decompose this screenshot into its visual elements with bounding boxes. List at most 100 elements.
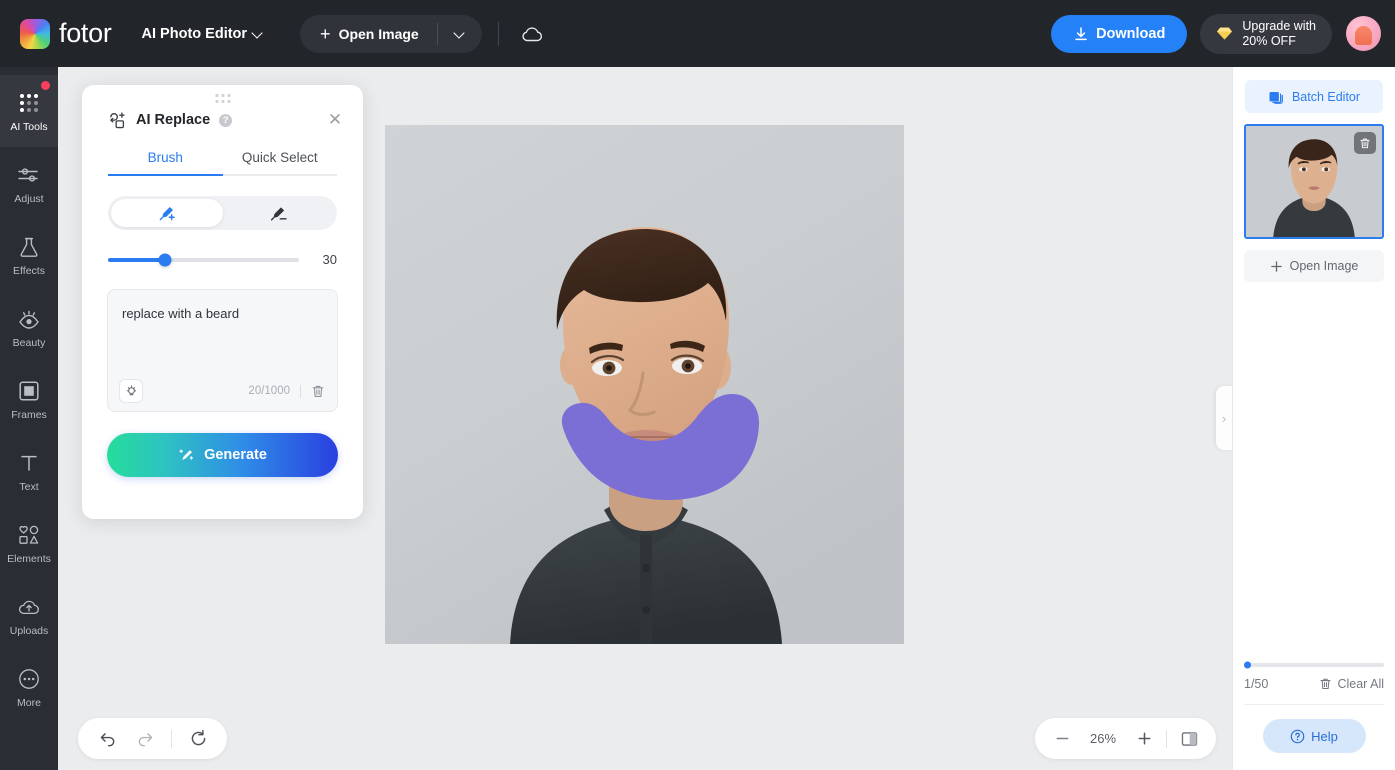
ai-replace-icon xyxy=(110,111,125,128)
diamond-icon xyxy=(1217,27,1233,40)
clear-prompt-button[interactable] xyxy=(311,384,325,399)
zoom-in-button[interactable] xyxy=(1129,724,1159,754)
chevron-down-icon xyxy=(455,29,464,38)
download-label: Download xyxy=(1096,25,1166,42)
reset-rotate-icon xyxy=(191,729,205,746)
panel-header: AI Replace ? ✕ xyxy=(82,85,363,130)
plus-icon: + xyxy=(320,23,331,44)
sidebar-item-frames[interactable]: Frames xyxy=(0,363,58,435)
zoom-toolbar: 26% xyxy=(1035,718,1216,759)
cloud-icon xyxy=(522,26,542,41)
sidebar-item-ai-tools[interactable]: AI Tools xyxy=(0,75,58,147)
divider xyxy=(497,21,499,46)
help-button[interactable]: Help xyxy=(1262,719,1366,753)
sidebar-item-elements[interactable]: Elements xyxy=(0,507,58,579)
prompt-footer: 20/1000 xyxy=(108,371,337,411)
sidebar-item-text[interactable]: Text xyxy=(0,435,58,507)
question-mark-icon[interactable]: ? xyxy=(219,113,233,127)
clear-all-label: Clear All xyxy=(1337,677,1384,691)
download-button[interactable]: Download xyxy=(1051,14,1188,53)
text-t-icon xyxy=(18,450,40,476)
sidebar-item-label: AI Tools xyxy=(10,120,48,133)
brush-size-value: 30 xyxy=(322,252,337,267)
frame-icon xyxy=(18,378,40,404)
sidebar-item-more[interactable]: More xyxy=(0,651,58,723)
batch-editor-button[interactable]: Batch Editor xyxy=(1245,80,1383,113)
sidebar-item-beauty[interactable]: Beauty xyxy=(0,291,58,363)
chevron-down-icon xyxy=(253,29,262,38)
brush-size-slider[interactable] xyxy=(108,253,299,266)
chevron-right-icon: › xyxy=(1221,410,1227,426)
right-panel-collapse-toggle[interactable]: › xyxy=(1216,386,1232,450)
sidebar-item-label: Text xyxy=(19,480,39,493)
active-tab-indicator xyxy=(108,174,223,176)
generate-label: Generate xyxy=(204,447,267,463)
sidebar-item-uploads[interactable]: Uploads xyxy=(0,579,58,651)
brush-erase-button[interactable] xyxy=(223,199,335,227)
compare-button[interactable] xyxy=(1174,724,1204,754)
sidebar-item-label: Effects xyxy=(13,264,45,277)
divider xyxy=(171,729,172,748)
slider-handle[interactable] xyxy=(158,253,172,266)
editor-mode-menu[interactable]: AI Photo Editor xyxy=(142,26,263,42)
plus-icon xyxy=(1270,260,1282,272)
slider-handle[interactable] xyxy=(1244,661,1251,669)
reset-button[interactable] xyxy=(183,724,213,754)
tab-label: Quick Select xyxy=(241,150,318,165)
shapes-icon xyxy=(17,522,41,548)
zoom-out-button[interactable] xyxy=(1047,724,1077,754)
flask-icon xyxy=(18,234,40,260)
thumbnail-item[interactable] xyxy=(1244,124,1384,239)
magic-idea-icon[interactable] xyxy=(119,379,143,403)
open-image-button[interactable]: + Open Image xyxy=(300,15,437,53)
char-counter: 20/1000 xyxy=(248,385,290,397)
ai-replace-panel: AI Replace ? ✕ Brush Quick Select 30 rep… xyxy=(82,85,363,519)
right-batch-panel: Batch Editor Open Image 1/50 Clear All H… xyxy=(1232,67,1395,770)
history-toolbar xyxy=(78,718,227,759)
left-tool-rail: AI Tools Adjust Effects Beauty Frames Te… xyxy=(0,67,58,770)
drag-grip-icon[interactable] xyxy=(215,94,230,103)
sidebar-item-label: Elements xyxy=(7,552,51,565)
close-icon[interactable]: ✕ xyxy=(325,110,345,130)
prompt-value[interactable]: replace with a beard xyxy=(108,290,337,323)
open-image-label: Open Image xyxy=(1289,259,1359,273)
slider-fill xyxy=(108,257,166,262)
upgrade-button[interactable]: Upgrade with 20% OFF xyxy=(1200,13,1332,54)
plus-icon xyxy=(1138,732,1150,745)
prompt-textarea[interactable]: replace with a beard 20/1000 xyxy=(107,289,338,412)
zoom-level-value[interactable]: 26% xyxy=(1081,731,1125,746)
generate-button[interactable]: Generate xyxy=(107,433,338,477)
layers-icon xyxy=(1269,91,1283,104)
brand-logo[interactable]: fotor xyxy=(20,18,112,49)
tab-quick-select[interactable]: Quick Select xyxy=(223,150,338,176)
trash-icon xyxy=(1360,138,1370,148)
tab-brush[interactable]: Brush xyxy=(108,150,223,176)
photo-canvas[interactable] xyxy=(385,125,904,644)
thumbnail-scroll-slider[interactable] xyxy=(1244,661,1384,669)
undo-arrow-icon xyxy=(100,733,114,747)
ai-dots-icon xyxy=(20,90,38,116)
portrait-photo xyxy=(385,125,904,644)
redo-button[interactable] xyxy=(130,724,160,754)
undo-button[interactable] xyxy=(92,724,122,754)
trash-icon xyxy=(312,385,324,397)
sidebar-item-effects[interactable]: Effects xyxy=(0,219,58,291)
open-image-right-button[interactable]: Open Image xyxy=(1244,250,1384,282)
help-label: Help xyxy=(1311,728,1338,744)
avatar[interactable] xyxy=(1346,16,1381,51)
open-image-group: + Open Image xyxy=(300,14,482,53)
sidebar-item-adjust[interactable]: Adjust xyxy=(0,147,58,219)
sidebar-item-label: Frames xyxy=(11,408,47,421)
open-image-dropdown-button[interactable] xyxy=(438,15,482,53)
brush-add-button[interactable] xyxy=(111,199,223,227)
cloud-save-button[interactable] xyxy=(515,17,549,51)
clear-all-button[interactable]: Clear All xyxy=(1319,677,1384,691)
top-header-bar: fotor AI Photo Editor + Open Image Downl… xyxy=(0,0,1395,67)
sparkle-wand-icon xyxy=(179,448,194,460)
minus-icon xyxy=(1056,737,1068,740)
redo-arrow-icon xyxy=(138,733,152,747)
notification-badge xyxy=(41,81,50,90)
trash-icon xyxy=(1320,678,1331,690)
delete-thumbnail-button[interactable] xyxy=(1354,132,1376,154)
ellipsis-icon xyxy=(17,666,41,692)
